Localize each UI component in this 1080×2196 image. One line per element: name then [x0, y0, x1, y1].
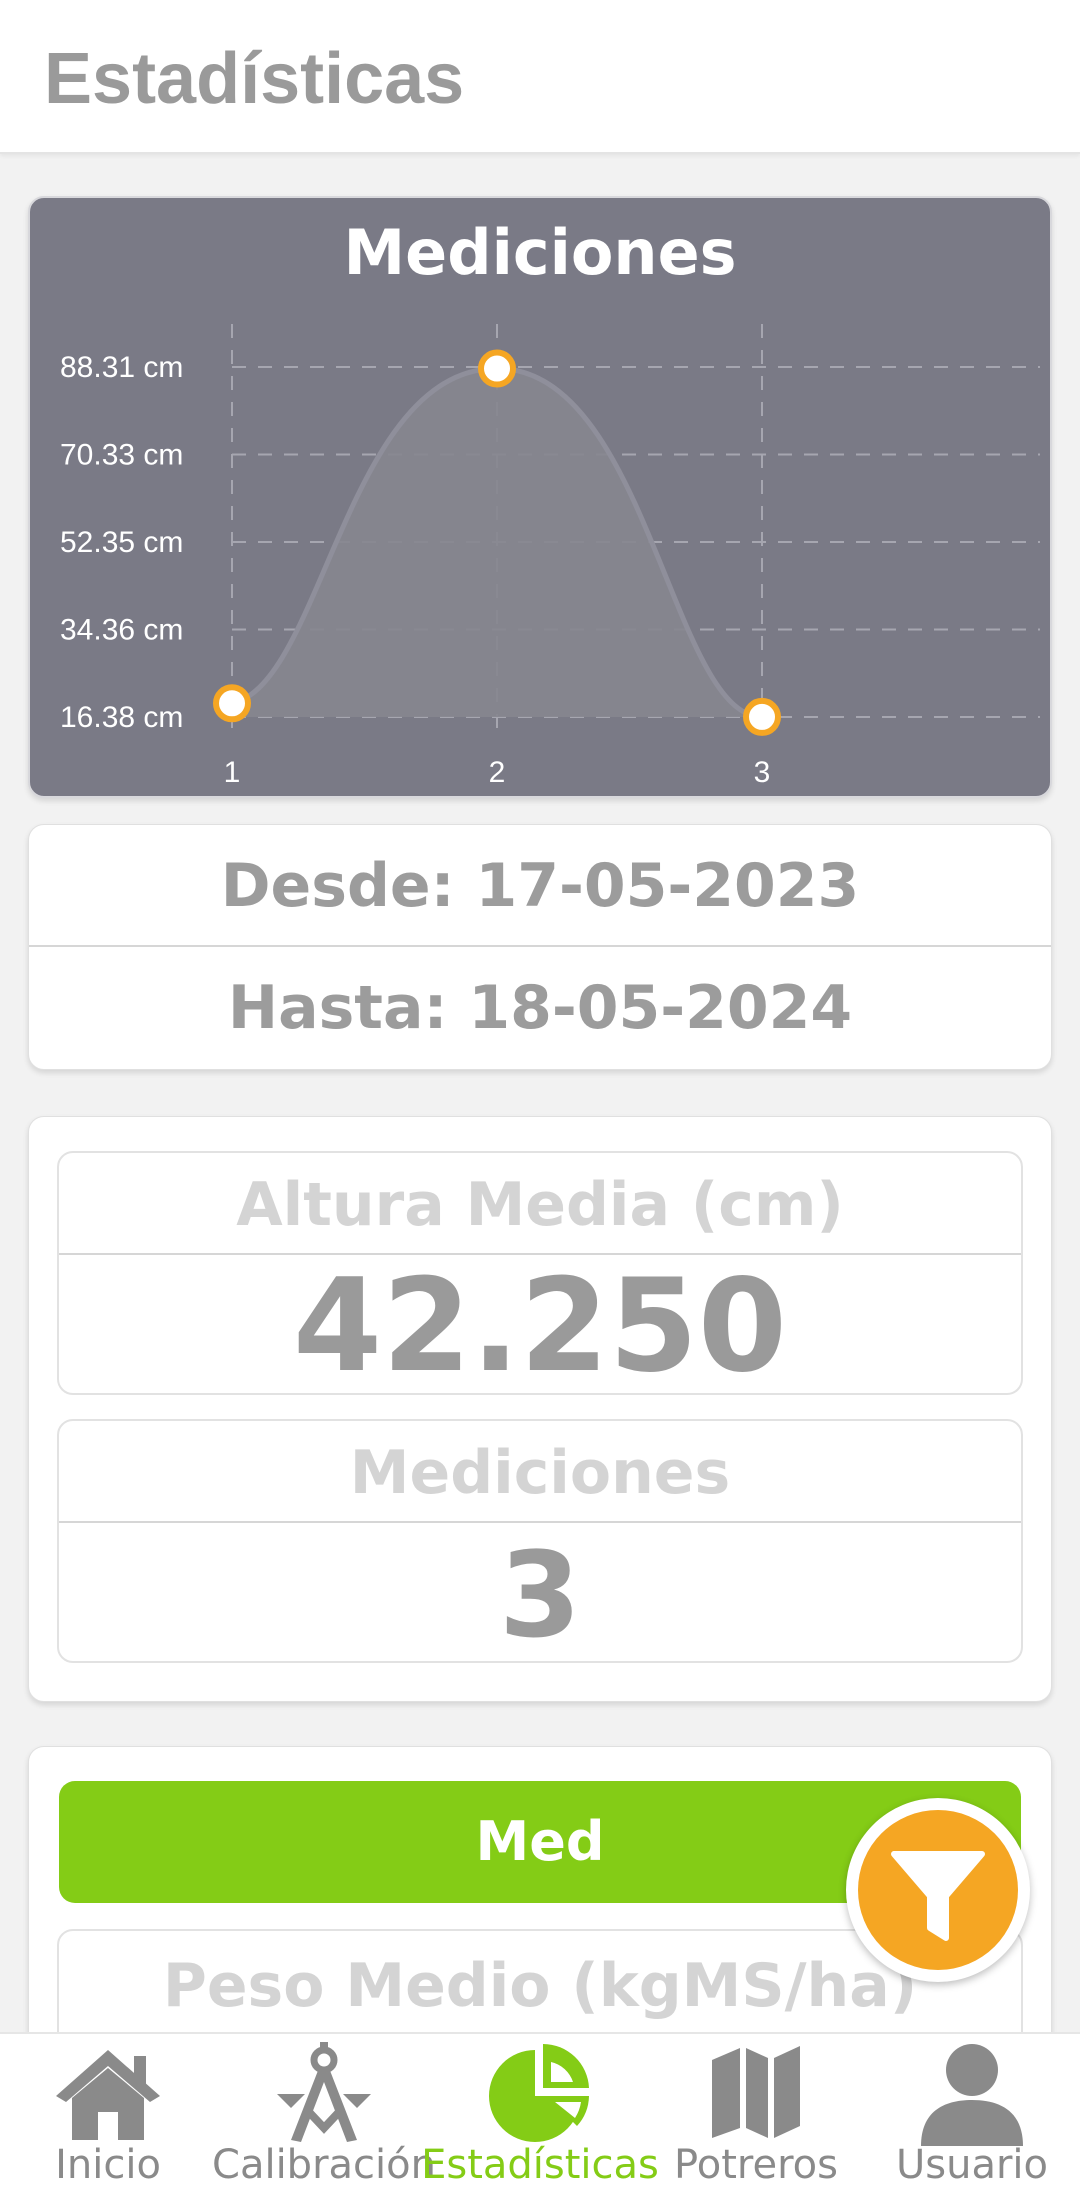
nav-item-inicio[interactable]: Inicio: [0, 2034, 216, 2196]
measurements-count-value: 3: [498, 1526, 582, 1664]
filter-button-face[interactable]: [858, 1810, 1018, 1970]
app-header: Estadísticas: [0, 0, 1080, 154]
nav-item-potreros[interactable]: Potreros: [648, 2034, 864, 2196]
chart-card: Mediciones 88.31 cm 70.33 cm 52.35 cm 34.36…: [28, 196, 1052, 798]
data-point: [743, 697, 781, 736]
nav-item-usuario[interactable]: Usuario: [864, 2034, 1080, 2196]
home-icon: [56, 2050, 160, 2140]
measurements-count-box: Mediciones 3: [57, 1419, 1023, 1664]
nav-label-usuario: Usuario: [895, 2142, 1048, 2188]
compass-icon: [277, 2042, 371, 2142]
measurements-count-label: Mediciones: [59, 1421, 1021, 1523]
measurements-chart: 88.31 cm 70.33 cm 52.35 cm 34.36 cm 16.38 cm…: [60, 324, 1040, 789]
average-height-label: Altura Media (cm): [59, 1153, 1021, 1255]
y-tick-label: 34.36 cm: [60, 614, 183, 647]
y-tick-label: 16.38 cm: [60, 701, 183, 734]
filter-button[interactable]: [846, 1798, 1030, 1982]
page-title: Estadísticas: [44, 39, 465, 119]
date-to[interactable]: Hasta: 18-05-2024: [29, 947, 1051, 1069]
nav-item-estadisticas[interactable]: Estadísticas: [421, 2034, 659, 2196]
stats-card: Altura Media (cm) 42.250 Mediciones 3: [28, 1116, 1052, 1702]
average-height-box: Altura Media (cm) 42.250: [57, 1151, 1023, 1401]
map-icon: [712, 2046, 800, 2138]
x-tick-label: 3: [754, 756, 771, 789]
bottom-navigation: Inicio Calibración Estadísticas Potreros: [0, 2032, 1080, 2196]
date-from[interactable]: Desde: 17-05-2023: [29, 825, 1051, 947]
data-point: [478, 349, 516, 388]
nav-item-calibracion[interactable]: Calibración: [212, 2034, 436, 2196]
y-tick-label: 52.35 cm: [60, 526, 183, 559]
filter-icon: [891, 1851, 985, 1941]
pie-chart-icon: [489, 2044, 589, 2142]
y-tick-label: 70.33 cm: [60, 438, 183, 471]
data-point: [213, 684, 251, 723]
average-height-value: 42.250: [293, 1252, 787, 1401]
user-icon: [921, 2044, 1023, 2146]
date-range-card[interactable]: Desde: 17-05-2023 Hasta: 18-05-2024: [28, 824, 1052, 1070]
x-tick-label: 1: [224, 756, 241, 789]
x-tick-label: 2: [489, 756, 506, 789]
y-tick-label: 88.31 cm: [60, 351, 183, 384]
